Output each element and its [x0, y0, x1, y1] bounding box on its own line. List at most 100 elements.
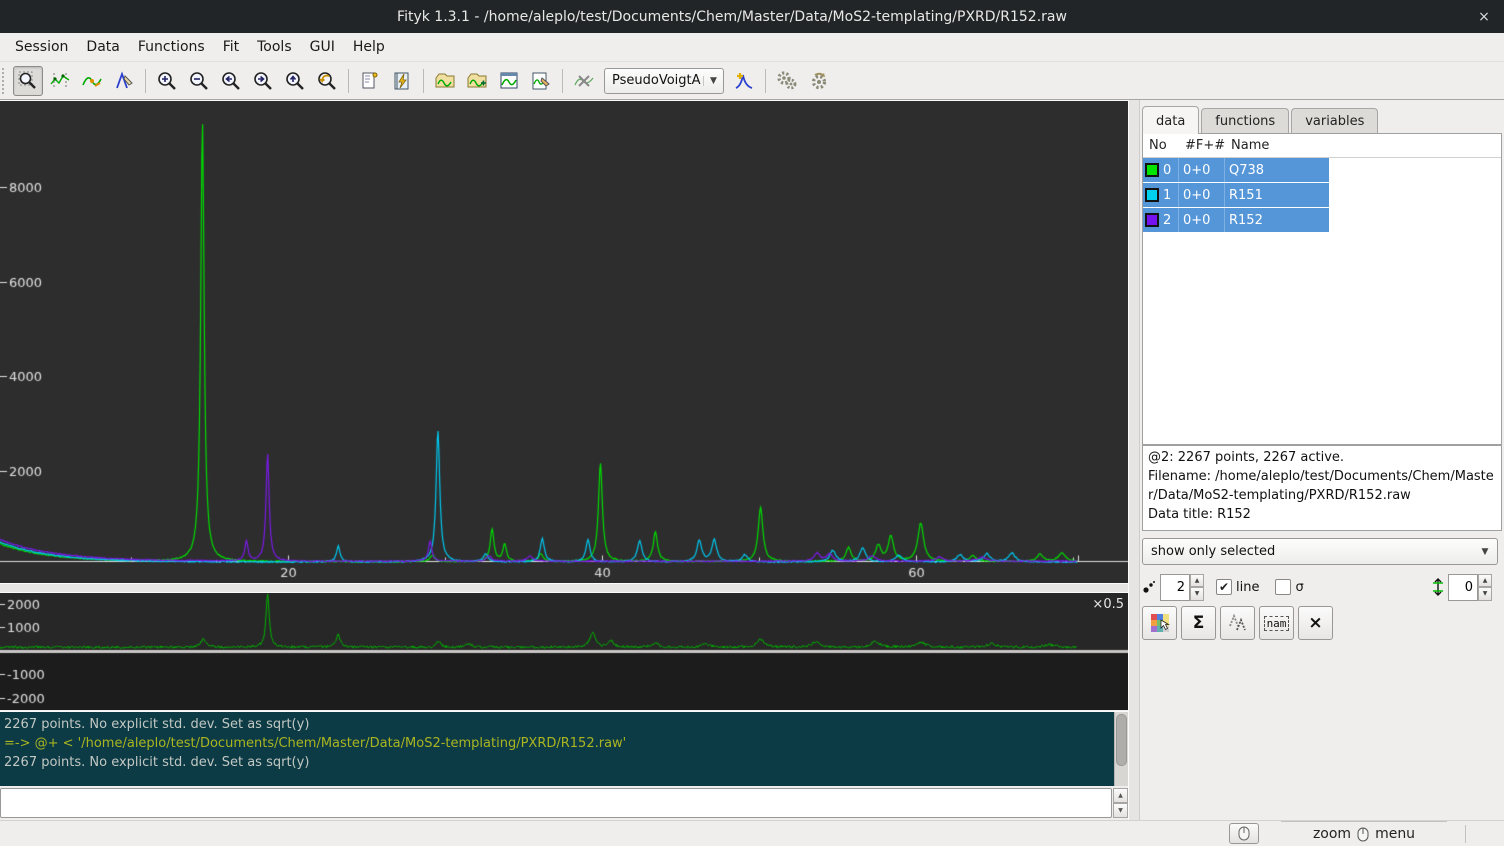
table-row[interactable]: 0 0+0 Q738: [1143, 158, 1329, 183]
open-folder-icon: [434, 70, 456, 92]
aux-plot-canvas[interactable]: [0, 593, 1128, 710]
toolbar-separator: [765, 69, 766, 93]
line-checkbox[interactable]: ✔: [1216, 579, 1232, 595]
strip-background-button[interactable]: [569, 66, 599, 96]
console-scrollbar[interactable]: [1114, 712, 1128, 786]
data-table-button[interactable]: [494, 66, 524, 96]
dataset-name: R152: [1225, 208, 1329, 232]
point-size-value[interactable]: [1160, 574, 1190, 601]
menu-fit[interactable]: Fit: [214, 35, 248, 59]
dataset-info-box: @2: 2267 points, 2267 active. Filename: …: [1142, 445, 1502, 531]
zoom-undo-icon: [316, 70, 338, 92]
command-input[interactable]: [0, 788, 1112, 818]
append-data-button[interactable]: [462, 66, 492, 96]
close-button[interactable]: ×: [1464, 9, 1504, 25]
sum-button[interactable]: Σ: [1181, 606, 1216, 640]
menu-session[interactable]: Session: [6, 35, 77, 59]
history-up-button[interactable]: ▲: [1113, 788, 1128, 803]
dataset-fcount: 0+0: [1179, 183, 1225, 207]
page-pencil-icon: [359, 70, 381, 92]
dataset-color-swatch[interactable]: [1145, 188, 1159, 202]
menu-tools[interactable]: Tools: [248, 35, 301, 59]
rename-button[interactable]: nam: [1259, 606, 1294, 640]
statusbar-separator: [1465, 825, 1466, 843]
point-size-spinner[interactable]: ▲ ▼: [1160, 574, 1204, 601]
vertical-splitter[interactable]: [1128, 100, 1140, 820]
menu-gui[interactable]: GUI: [301, 35, 344, 59]
toolbar-separator: [562, 69, 563, 93]
toolbar: PseudoVoigtA ▼: [0, 62, 1504, 100]
fit-run-button[interactable]: [772, 66, 802, 96]
tab-data[interactable]: data: [1142, 106, 1199, 134]
sigma-checkbox[interactable]: [1275, 579, 1291, 595]
console-lines: 2267 points. No explicit std. dev. Set a…: [0, 712, 1114, 786]
aux-plot-wrap: ×0.5: [0, 593, 1128, 710]
baseline-mode-button[interactable]: [77, 66, 107, 96]
zoom-vertical-button[interactable]: [280, 66, 310, 96]
spin-up-button[interactable]: ▲: [1190, 574, 1204, 588]
dataset-color-swatch[interactable]: [1145, 163, 1159, 177]
y-shift-icon: [1432, 578, 1444, 596]
mouse-icon: [1356, 826, 1370, 842]
header-name: Name: [1225, 138, 1329, 153]
menu-help[interactable]: Help: [344, 35, 394, 59]
command-history-spinner: ▲ ▼: [1113, 788, 1128, 818]
menu-data[interactable]: Data: [77, 35, 128, 59]
dataset-color-swatch[interactable]: [1145, 213, 1159, 227]
color-palette-button[interactable]: [1142, 606, 1177, 640]
menu-bar: Session Data Functions Fit Tools GUI Hel…: [0, 33, 1504, 62]
y-shift-value[interactable]: [1448, 574, 1478, 601]
toolbar-grip[interactable]: [2, 68, 8, 94]
tab-variables[interactable]: variables: [1291, 108, 1378, 134]
console-line: 2267 points. No explicit std. dev. Set a…: [4, 753, 1110, 772]
zoom-mode-button[interactable]: [13, 66, 43, 96]
zoom-previous-button[interactable]: [312, 66, 342, 96]
chevron-down-icon: ▼: [703, 76, 723, 86]
table-row[interactable]: 2 0+0 R152: [1143, 208, 1329, 233]
show-filter-dropdown[interactable]: show only selected ▼: [1142, 538, 1498, 565]
gear-arrow-icon: [808, 70, 830, 92]
dataset-name: Q738: [1225, 158, 1329, 182]
spin-down-button[interactable]: ▼: [1190, 587, 1204, 601]
zoom-in-select-button[interactable]: [152, 66, 182, 96]
function-type-combobox[interactable]: PseudoVoigtA ▼: [604, 68, 724, 94]
copy-function-button[interactable]: [1220, 606, 1255, 640]
palette-grid-icon: [1149, 612, 1171, 634]
console-line: 2267 points. No explicit std. dev. Set a…: [4, 715, 1110, 734]
history-down-button[interactable]: ▼: [1113, 803, 1128, 818]
zoom-out-select-button[interactable]: [184, 66, 214, 96]
load-data-button[interactable]: [430, 66, 460, 96]
console-scrollbar-thumb[interactable]: [1116, 714, 1127, 766]
add-peak-mode-button[interactable]: [109, 66, 139, 96]
menu-functions[interactable]: Functions: [129, 35, 214, 59]
fit-continue-button[interactable]: [804, 66, 834, 96]
auto-add-peak-button[interactable]: [729, 66, 759, 96]
table-row[interactable]: 1 0+0 R151: [1143, 183, 1329, 208]
main-plot-canvas[interactable]: [0, 100, 1128, 584]
tab-functions[interactable]: functions: [1201, 108, 1289, 134]
sidebar-tabs: data functions variables: [1142, 106, 1380, 134]
dataset-buttons: Σ nam ×: [1142, 606, 1333, 640]
edit-transform-button[interactable]: [526, 66, 556, 96]
peak-plus-icon: [733, 70, 755, 92]
output-console: 2267 points. No explicit std. dev. Set a…: [0, 711, 1128, 786]
mouse-hint-button[interactable]: [1229, 823, 1259, 844]
dataset-no: 0: [1163, 163, 1171, 178]
zoom-left-button[interactable]: [216, 66, 246, 96]
title-bar[interactable]: Fityk 1.3.1 - /home/aleplo/test/Document…: [0, 0, 1504, 33]
spin-down-button[interactable]: ▼: [1478, 587, 1492, 601]
data-range-mode-button[interactable]: [45, 66, 75, 96]
notebook-curve-pencil-icon: [530, 70, 552, 92]
point-size-icon: [1142, 579, 1156, 595]
data-editor-button[interactable]: [355, 66, 385, 96]
spin-up-button[interactable]: ▲: [1478, 574, 1492, 588]
fityk-window: Fityk 1.3.1 - /home/aleplo/test/Document…: [0, 0, 1504, 846]
y-shift-spinner[interactable]: ▲ ▼: [1448, 574, 1492, 601]
baseline-curve-icon: [81, 70, 103, 92]
script-editor-button[interactable]: [387, 66, 417, 96]
zoom-right-button[interactable]: [248, 66, 278, 96]
line-checkbox-label: line: [1236, 580, 1259, 595]
gears-icon: [776, 70, 798, 92]
horizontal-splitter[interactable]: [0, 583, 1128, 593]
delete-dataset-button[interactable]: ×: [1298, 606, 1333, 640]
